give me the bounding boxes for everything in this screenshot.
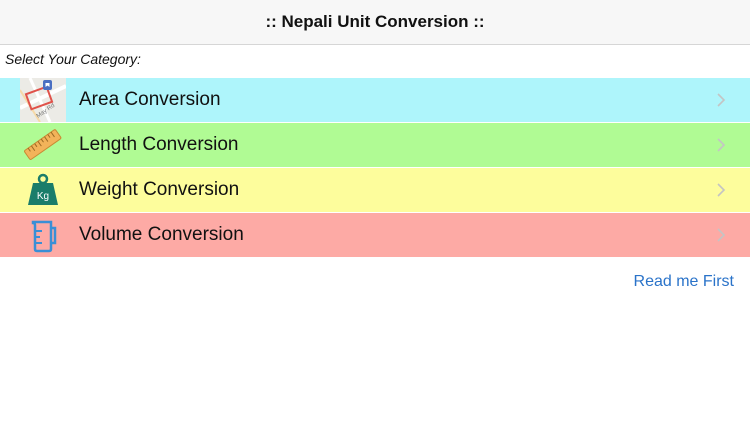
chevron-right-icon — [717, 93, 726, 107]
category-list: May Rd Area Conversion Length Conversion — [0, 78, 750, 258]
category-label-length: Length Conversion — [79, 134, 239, 155]
navigation-bar: :: Nepali Unit Conversion :: — [0, 0, 750, 45]
category-prompt: Select Your Category: — [5, 51, 141, 67]
chevron-right-icon — [717, 228, 726, 242]
chevron-right-icon — [717, 183, 726, 197]
svg-text:Kg: Kg — [37, 191, 49, 202]
weight-icon: Kg — [20, 168, 66, 212]
category-row-length[interactable]: Length Conversion — [0, 123, 750, 167]
category-row-volume[interactable]: Volume Conversion — [0, 213, 750, 257]
ruler-icon — [20, 123, 66, 167]
category-label-area: Area Conversion — [79, 89, 221, 110]
category-label-weight: Weight Conversion — [79, 179, 240, 200]
read-me-first-link[interactable]: Read me First — [634, 273, 734, 291]
chevron-right-icon — [717, 138, 726, 152]
category-row-weight[interactable]: Kg Weight Conversion — [0, 168, 750, 212]
app-screen: :: Nepali Unit Conversion :: Select Your… — [0, 0, 750, 422]
page-title: :: Nepali Unit Conversion :: — [265, 12, 485, 31]
category-row-area[interactable]: May Rd Area Conversion — [0, 78, 750, 122]
map-icon: May Rd — [20, 78, 66, 122]
measuring-cup-icon — [20, 213, 66, 257]
category-label-volume: Volume Conversion — [79, 224, 244, 245]
